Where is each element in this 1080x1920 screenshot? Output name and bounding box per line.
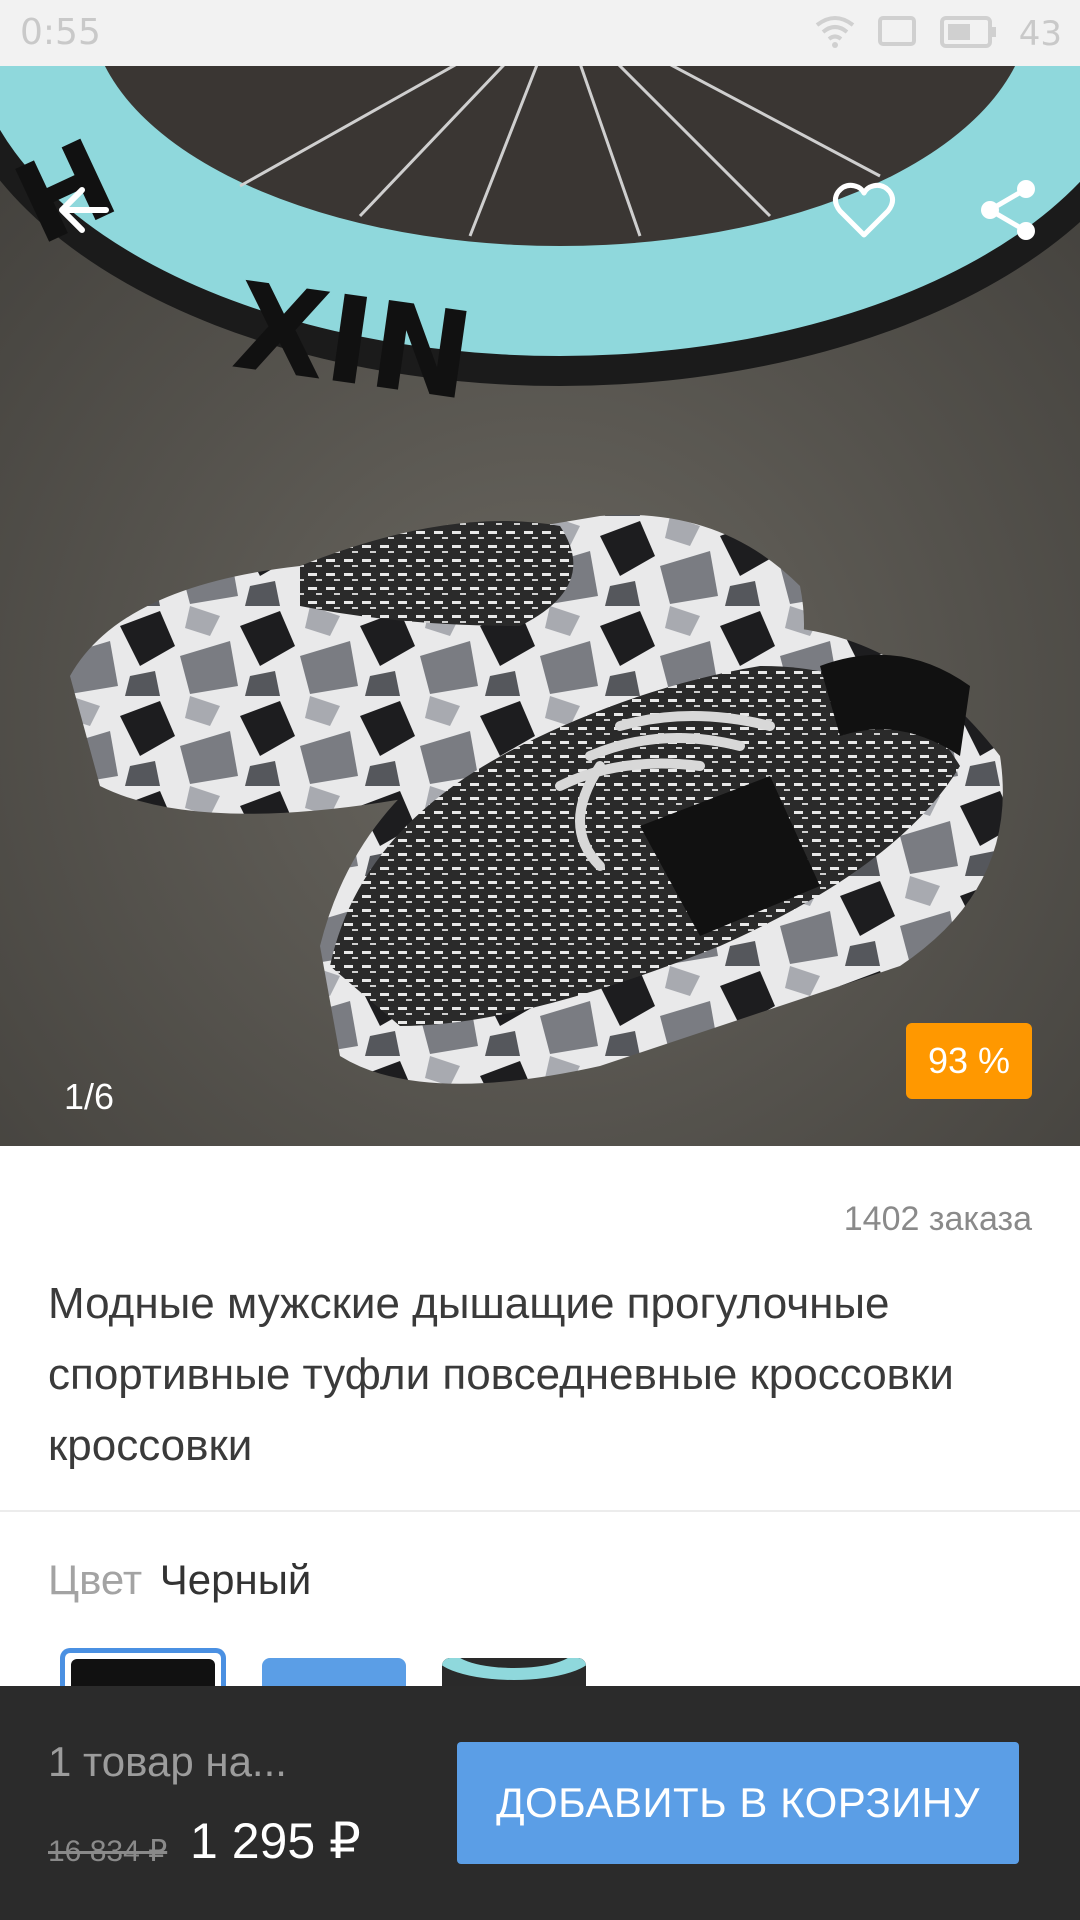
color-swatch-blue[interactable] [262,1658,406,1688]
product-title: Модные мужские дышащие прогулочные спорт… [48,1279,954,1470]
screen-cast-icon [877,15,917,53]
color-selector-label: Цвет Черный [48,1556,311,1604]
favorite-button[interactable] [824,170,904,250]
color-swatch-photo[interactable] [442,1658,586,1688]
color-swatches [60,1648,586,1688]
back-button[interactable] [44,170,124,250]
current-price: 1 295 ₽ [190,1813,361,1869]
color-label: Цвет [48,1556,143,1603]
cart-bar: 1 товар на... 16 834 ₽ 1 295 ₽ ДОБАВИТЬ … [0,1686,1080,1920]
gallery-counter: 1/6 [64,1076,115,1117]
status-bar: 0:55 43 [0,0,1080,66]
divider [0,1510,1080,1512]
status-icons: 43 [815,14,1062,54]
product-photo: XIN H [0,66,1080,1146]
share-button[interactable] [968,170,1048,250]
add-to-cart-button[interactable]: ДОБАВИТЬ В КОРЗИНУ [457,1742,1019,1864]
discount-badge: 93 % [906,1023,1032,1099]
product-image-gallery[interactable]: XIN H 1/6 93 % [0,66,1080,1146]
battery-icon [939,15,997,53]
old-price: 16 834 ₽ [48,1835,168,1868]
share-icon [981,180,1035,240]
color-swatch-black[interactable] [60,1648,226,1688]
wifi-icon [815,15,855,53]
orders-count: 1402 заказа [843,1200,1032,1238]
status-time: 0:55 [20,12,101,53]
arrow-left-icon [59,187,109,233]
quantity-text[interactable]: 1 товар на... [48,1738,287,1786]
color-value: Черный [159,1556,312,1603]
battery-percent: 43 [1018,14,1062,54]
heart-outline-icon [832,182,896,238]
product-screen: 0:55 43 XIN H 1/6 93 % 1402 заказа Модны… [0,0,1080,1920]
